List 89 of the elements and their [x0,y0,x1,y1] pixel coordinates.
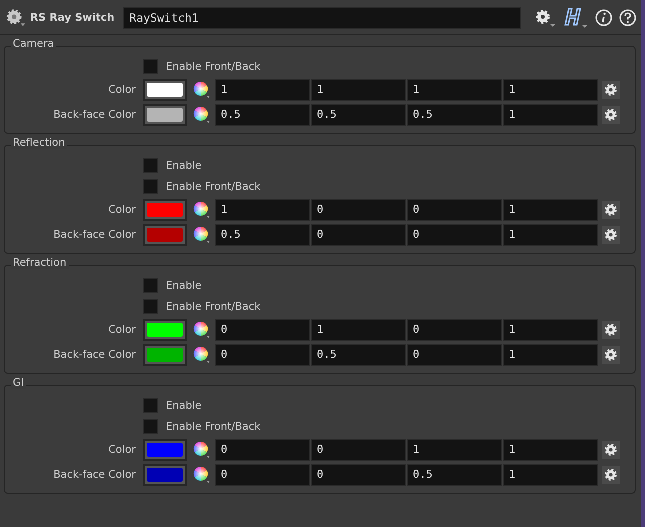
gear-icon[interactable] [602,346,620,364]
value-field[interactable]: 0.5 [215,104,310,126]
value-field[interactable]: 1 [503,104,598,126]
value-field[interactable]: 0 [311,464,406,486]
value-field[interactable]: 1 [503,78,598,100]
parameter-label: Back-face Color [54,468,136,480]
parameter-label: Color [108,84,136,96]
checkbox[interactable] [143,278,158,293]
color-wheel-icon[interactable] [193,466,211,484]
parameter-label: Color [108,444,136,456]
checkbox-label: Enable [166,160,202,172]
color-swatch[interactable] [143,198,187,220]
h-logo-icon[interactable] [563,7,589,29]
checkbox[interactable] [143,179,158,194]
checkbox-label: Enable Front/Back [166,300,261,312]
parameter-label: Back-face Color [54,348,136,360]
checkbox[interactable] [143,59,158,74]
value-field[interactable]: 0 [407,318,502,340]
node-type-label: RS Ray Switch [30,12,115,24]
parameter-label: Color [108,324,136,336]
color-wheel-icon[interactable] [193,80,211,98]
value-field[interactable]: 1 [215,78,310,100]
value-field[interactable]: 1 [503,198,598,220]
value-field[interactable]: 0 [215,464,310,486]
node-name-field[interactable]: RaySwitch1 [122,7,521,29]
parameter-label: Color [108,204,136,216]
gear-icon[interactable] [602,440,620,458]
value-field[interactable]: 0 [311,198,406,220]
parameter-label: Back-face Color [54,228,136,240]
gear-icon[interactable] [602,200,620,218]
checkbox[interactable] [143,299,158,314]
value-field[interactable]: 0 [215,438,310,460]
value-field[interactable]: 0 [311,224,406,246]
gear-icon[interactable] [533,8,557,28]
gear-icon[interactable] [602,80,620,98]
color-swatch[interactable] [143,78,187,100]
gear-icon[interactable] [602,466,620,484]
value-field[interactable]: 0 [407,224,502,246]
value-field[interactable]: 1 [503,464,598,486]
checkbox[interactable] [143,398,158,413]
checkbox-label: Enable [166,280,202,292]
color-wheel-icon[interactable] [193,200,211,218]
color-wheel-icon[interactable] [193,440,211,458]
group-title: GI [11,377,26,389]
value-field[interactable]: 0.5 [407,464,502,486]
value-field[interactable]: 1 [503,344,598,366]
gear-icon[interactable] [6,8,26,28]
gear-icon[interactable] [602,320,620,338]
value-field[interactable]: 1 [503,438,598,460]
value-field[interactable]: 0.5 [311,344,406,366]
checkbox-label: Enable Front/Back [166,60,261,72]
value-field[interactable]: 0.5 [215,224,310,246]
color-swatch[interactable] [143,464,187,486]
help-icon[interactable] [619,9,637,27]
checkbox-label: Enable Front/Back [166,420,261,432]
value-field[interactable]: 1 [503,318,598,340]
checkbox-label: Enable [166,400,202,412]
value-field[interactable]: 1 [311,318,406,340]
color-wheel-icon[interactable] [193,320,211,338]
color-swatch[interactable] [143,318,187,340]
value-field[interactable]: 0 [215,344,310,366]
color-wheel-icon[interactable] [193,226,211,244]
value-field[interactable]: 0.5 [311,104,406,126]
color-swatch[interactable] [143,438,187,460]
parameter-label: Back-face Color [54,108,136,120]
value-field[interactable]: 1 [503,224,598,246]
color-wheel-icon[interactable] [193,346,211,364]
checkbox[interactable] [143,158,158,173]
color-swatch[interactable] [143,344,187,366]
value-field[interactable]: 0 [407,344,502,366]
gear-icon[interactable] [602,106,620,124]
value-field[interactable]: 1 [215,198,310,220]
group-title: Refraction [11,257,69,269]
value-field[interactable]: 1 [407,78,502,100]
color-swatch[interactable] [143,224,187,246]
value-field[interactable]: 0.5 [407,104,502,126]
checkbox-label: Enable Front/Back [166,180,261,192]
gear-icon[interactable] [602,226,620,244]
info-icon[interactable] [595,9,613,27]
checkbox[interactable] [143,419,158,434]
value-field[interactable]: 0 [215,318,310,340]
group-title: Camera [11,38,56,50]
value-field[interactable]: 0 [407,198,502,220]
group-title: Reflection [11,137,68,149]
value-field[interactable]: 0 [311,438,406,460]
value-field[interactable]: 1 [311,78,406,100]
value-field[interactable]: 1 [407,438,502,460]
color-wheel-icon[interactable] [193,106,211,124]
color-swatch[interactable] [143,104,187,126]
